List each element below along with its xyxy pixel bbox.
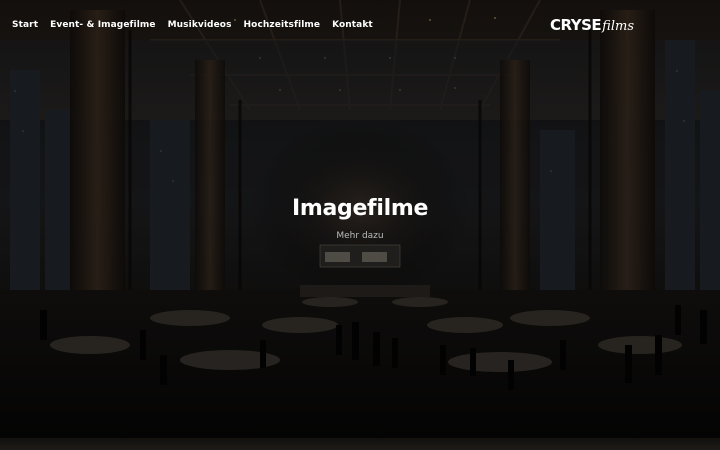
- nav-item-start[interactable]: Start: [12, 20, 38, 30]
- nav-item-kontakt[interactable]: Kontakt: [332, 20, 373, 30]
- hero-title: Imagefilme: [291, 196, 429, 221]
- top-navigation: Start Event- & Imagefilme Musikvideos Ho…: [0, 0, 720, 50]
- nav-item-event-imagefilme[interactable]: Event- & Imagefilme: [50, 20, 156, 30]
- main-menu: Start Event- & Imagefilme Musikvideos Ho…: [12, 20, 373, 30]
- bottom-edge-strip: [0, 438, 720, 450]
- logo-wordmark-cryse: CRYSE: [550, 16, 602, 34]
- logo-wordmark-films: films: [602, 19, 634, 34]
- brand-logo[interactable]: CRYSE films: [550, 16, 634, 34]
- more-link[interactable]: Mehr dazu: [336, 231, 383, 241]
- nav-item-hochzeitsfilme[interactable]: Hochzeitsfilme: [244, 20, 321, 30]
- hero-content: Imagefilme Mehr dazu: [0, 196, 720, 242]
- nav-item-musikvideos[interactable]: Musikvideos: [168, 20, 232, 30]
